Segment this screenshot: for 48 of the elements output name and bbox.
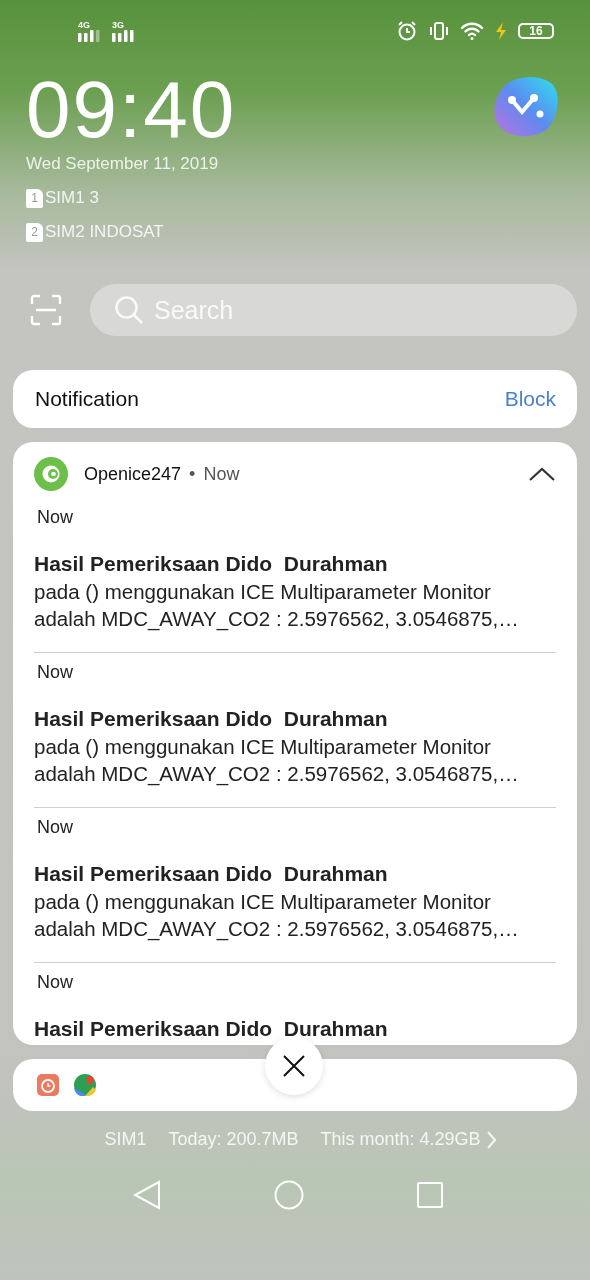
clock-time: 09:40 [26, 68, 237, 152]
home-icon [274, 1180, 304, 1210]
app-name: Openice247 [84, 463, 182, 485]
notification-title: Notification [35, 387, 139, 411]
message-title: Hasil Pemeriksaan Dido Durahman [34, 551, 389, 577]
message-time: Now [37, 816, 74, 839]
message-title: Hasil Pemeriksaan Dido Durahman [34, 706, 389, 732]
recents-button[interactable] [417, 1182, 444, 1208]
close-icon [283, 1055, 305, 1077]
data-sim-label: SIM1 [104, 1129, 147, 1150]
recents-icon [417, 1182, 444, 1208]
battery-icon: 16 [518, 23, 554, 39]
chevron-right-icon [486, 1130, 496, 1149]
chevron-icon [529, 467, 555, 481]
network-label: 4G [78, 20, 90, 30]
message-body: pada () menggunakan ICE Multiparameter Monitor adalah MDC_AWAY_CO2 : 2.5976562, 3.0546875,… [34, 579, 520, 632]
app-icon [34, 457, 68, 491]
message-body: pada () menggunakan ICE Multiparameter Monitor adalah MDC_AWAY_CO2 : 2.5976562, 3.0546875,… [34, 734, 520, 787]
signal-icon [112, 30, 136, 42]
close-button[interactable] [265, 1037, 323, 1095]
message-time: Now [37, 661, 74, 684]
vibrate-icon [428, 20, 450, 42]
separator-dot: • [189, 463, 196, 485]
sim-slot-badge: 1 [26, 188, 43, 208]
sim-slot-badge: 2 [26, 222, 43, 242]
sim-label: SIM2 INDOSAT [45, 222, 164, 242]
block-button[interactable]: Block [504, 387, 556, 411]
network-label: 3G [112, 20, 124, 30]
message-body: pada () menggunakan ICE Multiparameter Monitor adalah MDC_AWAY_CO2 : 2.5976562, 3.0546875,… [34, 889, 520, 942]
sim-label: SIM1 3 [45, 188, 99, 208]
alarm-icon [396, 20, 418, 42]
home-button[interactable] [274, 1180, 304, 1210]
message-time: Now [37, 971, 74, 994]
data-today: Today: 200.7MB [168, 1129, 299, 1150]
wifi-icon [460, 21, 484, 41]
data-month-link[interactable]: This month: 4.29GB [320, 1129, 496, 1150]
scan-icon[interactable] [30, 294, 62, 326]
search-icon [114, 295, 144, 325]
back-button[interactable] [132, 1180, 161, 1210]
message-title: Hasil Pemeriksaan Dido Durahman [34, 861, 389, 887]
maps-app-icon[interactable] [74, 1074, 96, 1096]
back-icon [132, 1180, 161, 1210]
notification-time: Now [203, 463, 240, 485]
message-title: Hasil Pemeriksaan Dido Durahman [34, 1016, 389, 1042]
message-time: Now [37, 506, 74, 529]
date-text: Wed September 11, 2019 [26, 154, 220, 174]
signal-icon [78, 30, 102, 42]
alarm-app-icon[interactable] [37, 1074, 59, 1096]
